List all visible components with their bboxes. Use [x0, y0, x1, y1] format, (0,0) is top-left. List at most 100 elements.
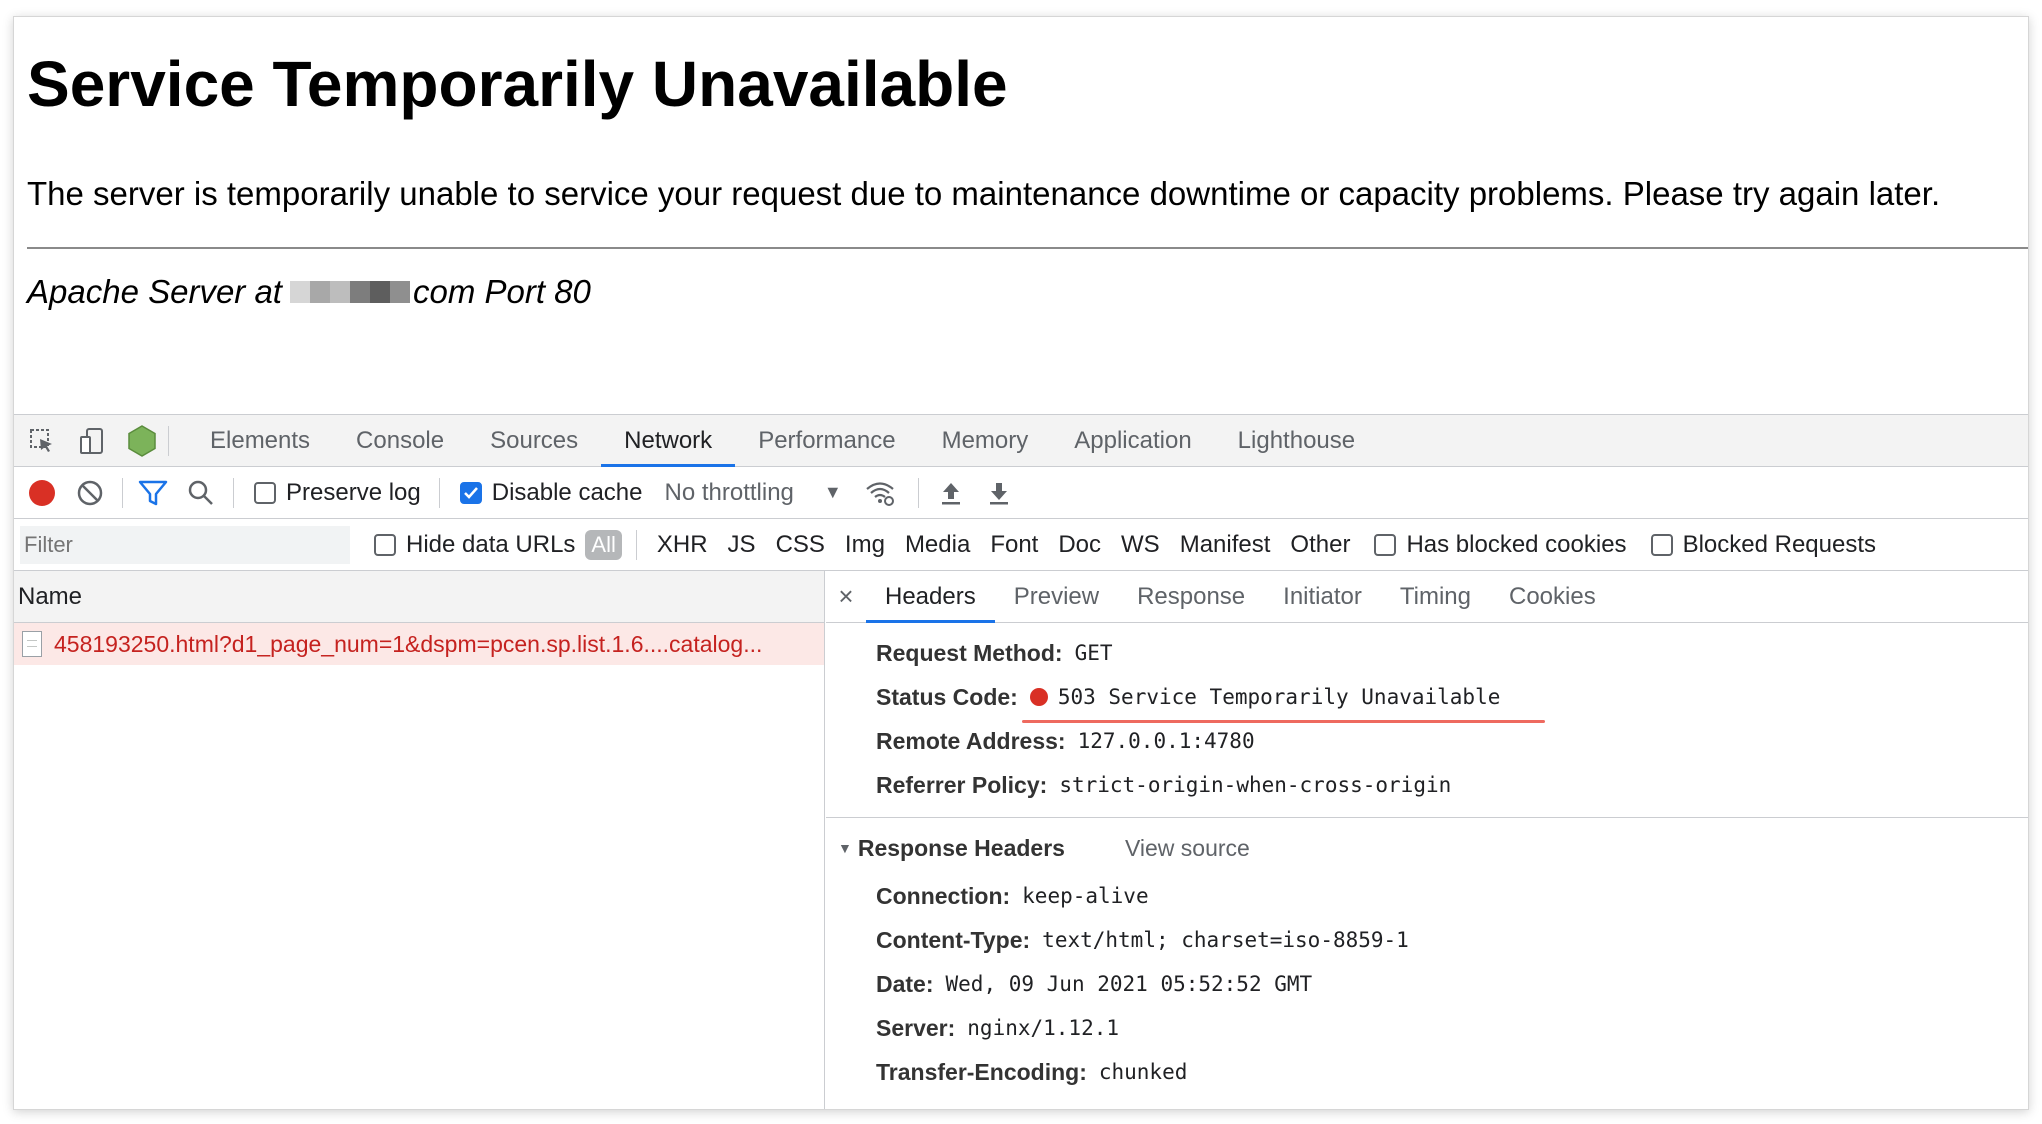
hide-data-urls-label: Hide data URLs	[406, 530, 576, 558]
checkbox-box[interactable]	[374, 533, 396, 556]
header-value: strict-origin-when-cross-origin	[1059, 773, 1452, 797]
header-value: chunked	[1098, 1060, 1188, 1084]
header-key: Request Method:	[876, 639, 1063, 666]
tab-sources[interactable]: Sources	[467, 415, 601, 466]
disable-cache-checkbox[interactable]: Disable cache	[459, 478, 643, 507]
name-column-header[interactable]: Name	[14, 571, 824, 623]
header-value: GET	[1074, 641, 1113, 665]
response-headers-title: Response Headers	[857, 834, 1065, 861]
tab-console[interactable]: Console	[333, 415, 467, 466]
devtools-panel: Elements Console Sources Network Perform…	[14, 414, 2028, 1109]
tab-lighthouse[interactable]: Lighthouse	[1215, 415, 1378, 466]
network-filterbar: Hide data URLs All XHR JS CSS Img Media …	[14, 519, 2028, 571]
header-key: Date:	[876, 970, 934, 997]
filter-type-media[interactable]: Media	[905, 531, 970, 559]
error-message: The server is temporarily unable to serv…	[27, 175, 1941, 212]
record-icon[interactable]	[26, 477, 58, 509]
header-row: Date: Wed, 09 Jun 2021 05:52:52 GMT	[826, 962, 2028, 1006]
tab-preview[interactable]: Preview	[995, 571, 1118, 622]
general-headers: Request Method: GET Status Code: 503 Ser…	[826, 623, 2028, 818]
filter-type-all[interactable]: All	[585, 529, 622, 560]
header-row: Referrer Policy: strict-origin-when-cros…	[826, 763, 2028, 807]
inspect-element-icon[interactable]	[26, 425, 58, 457]
request-name: 458193250.html?d1_page_num=1&dspm=pcen.s…	[54, 630, 763, 657]
filter-divider	[635, 529, 637, 560]
tab-response[interactable]: Response	[1118, 571, 1264, 622]
chevron-down-icon: ▼	[823, 482, 842, 502]
network-conditions-icon[interactable]	[864, 477, 896, 509]
filter-input[interactable]	[20, 525, 350, 564]
tab-network[interactable]: Network	[601, 415, 736, 467]
server-signature: Apache Server at com Port 80	[27, 273, 591, 311]
filter-type-xhr[interactable]: XHR	[657, 531, 708, 559]
page-title: Service Temporarily Unavailable	[27, 48, 1008, 120]
close-icon[interactable]: ×	[826, 581, 866, 612]
collapse-triangle-icon[interactable]: ▼	[838, 840, 852, 856]
tab-memory[interactable]: Memory	[919, 415, 1052, 466]
node-extension-icon[interactable]	[126, 424, 158, 457]
checkbox-box[interactable]	[1650, 533, 1673, 556]
disable-cache-label: Disable cache	[491, 478, 643, 506]
request-details: × Headers Preview Response Initiator Tim…	[826, 571, 2028, 1109]
header-value: text/html; charset=iso-8859-1	[1042, 928, 1409, 952]
network-toolbar: Preserve log Disable cache No throttling…	[14, 467, 2028, 519]
tab-elements[interactable]: Elements	[187, 415, 333, 466]
devtools-tabbar: Elements Console Sources Network Perform…	[14, 415, 2028, 467]
filter-icon[interactable]	[137, 477, 169, 509]
filter-type-manifest[interactable]: Manifest	[1180, 531, 1271, 559]
has-blocked-cookies-checkbox[interactable]: Has blocked cookies	[1374, 530, 1627, 559]
header-key: Referrer Policy:	[876, 771, 1048, 798]
header-value: Wed, 09 Jun 2021 05:52:52 GMT	[945, 972, 1313, 996]
header-value: keep-alive	[1022, 884, 1149, 908]
divider	[27, 247, 2028, 249]
document-icon	[22, 631, 42, 657]
view-source-link[interactable]: View source	[1125, 835, 1250, 862]
has-blocked-cookies-label: Has blocked cookies	[1406, 530, 1627, 558]
header-row: Connection: keep-alive	[826, 874, 2028, 918]
header-value: 127.0.0.1:4780	[1077, 729, 1255, 753]
hide-data-urls-checkbox[interactable]: Hide data URLs	[374, 531, 575, 559]
tab-performance[interactable]: Performance	[735, 415, 918, 466]
tab-cookies[interactable]: Cookies	[1490, 571, 1615, 622]
toolbar-divider	[233, 477, 234, 508]
response-headers-section[interactable]: ▼ Response Headers View source	[826, 822, 2028, 874]
signature-prefix: Apache Server at	[27, 273, 282, 310]
header-row: Remote Address: 127.0.0.1:4780	[826, 719, 2028, 763]
device-toolbar-icon[interactable]	[76, 425, 108, 457]
preserve-log-label: Preserve log	[286, 478, 421, 506]
checkbox-box-checked[interactable]	[459, 481, 482, 504]
tab-application[interactable]: Application	[1051, 415, 1214, 466]
blocked-requests-checkbox[interactable]: Blocked Requests	[1650, 530, 1877, 559]
throttling-select[interactable]: No throttling ▼	[664, 479, 841, 507]
checkbox-box[interactable]	[254, 481, 276, 504]
tab-timing[interactable]: Timing	[1381, 571, 1490, 622]
export-har-icon[interactable]	[983, 477, 1015, 509]
error-status-icon	[1029, 688, 1048, 706]
filter-type-ws[interactable]: WS	[1121, 531, 1160, 559]
import-har-icon[interactable]	[935, 477, 967, 509]
toolbar-divider	[122, 477, 123, 508]
tab-initiator[interactable]: Initiator	[1264, 571, 1381, 622]
throttling-value: No throttling	[664, 478, 794, 506]
blocked-requests-label: Blocked Requests	[1682, 530, 1877, 558]
checkbox-box[interactable]	[1374, 533, 1397, 556]
filter-type-js[interactable]: JS	[728, 531, 756, 559]
header-key: Server:	[876, 1014, 956, 1041]
preserve-log-checkbox[interactable]: Preserve log	[254, 479, 421, 507]
filter-type-css[interactable]: CSS	[776, 531, 825, 559]
header-key: Remote Address:	[876, 727, 1066, 754]
clear-icon[interactable]	[74, 477, 106, 509]
filter-type-other[interactable]: Other	[1290, 531, 1350, 559]
filter-type-font[interactable]: Font	[990, 531, 1038, 559]
search-icon[interactable]	[185, 477, 217, 509]
filter-type-doc[interactable]: Doc	[1058, 531, 1101, 559]
header-key: Connection:	[876, 882, 1011, 909]
header-row: Transfer-Encoding: chunked	[826, 1050, 2028, 1094]
request-row[interactable]: 458193250.html?d1_page_num=1&dspm=pcen.s…	[14, 623, 824, 665]
toolbar-divider	[917, 477, 919, 508]
filter-type-img[interactable]: Img	[845, 531, 885, 559]
screenshot-frame: Service Temporarily Unavailable The serv…	[13, 16, 2029, 1110]
details-tabbar: × Headers Preview Response Initiator Tim…	[826, 571, 2028, 623]
tab-headers[interactable]: Headers	[866, 571, 995, 623]
toolbar-divider	[168, 425, 169, 456]
